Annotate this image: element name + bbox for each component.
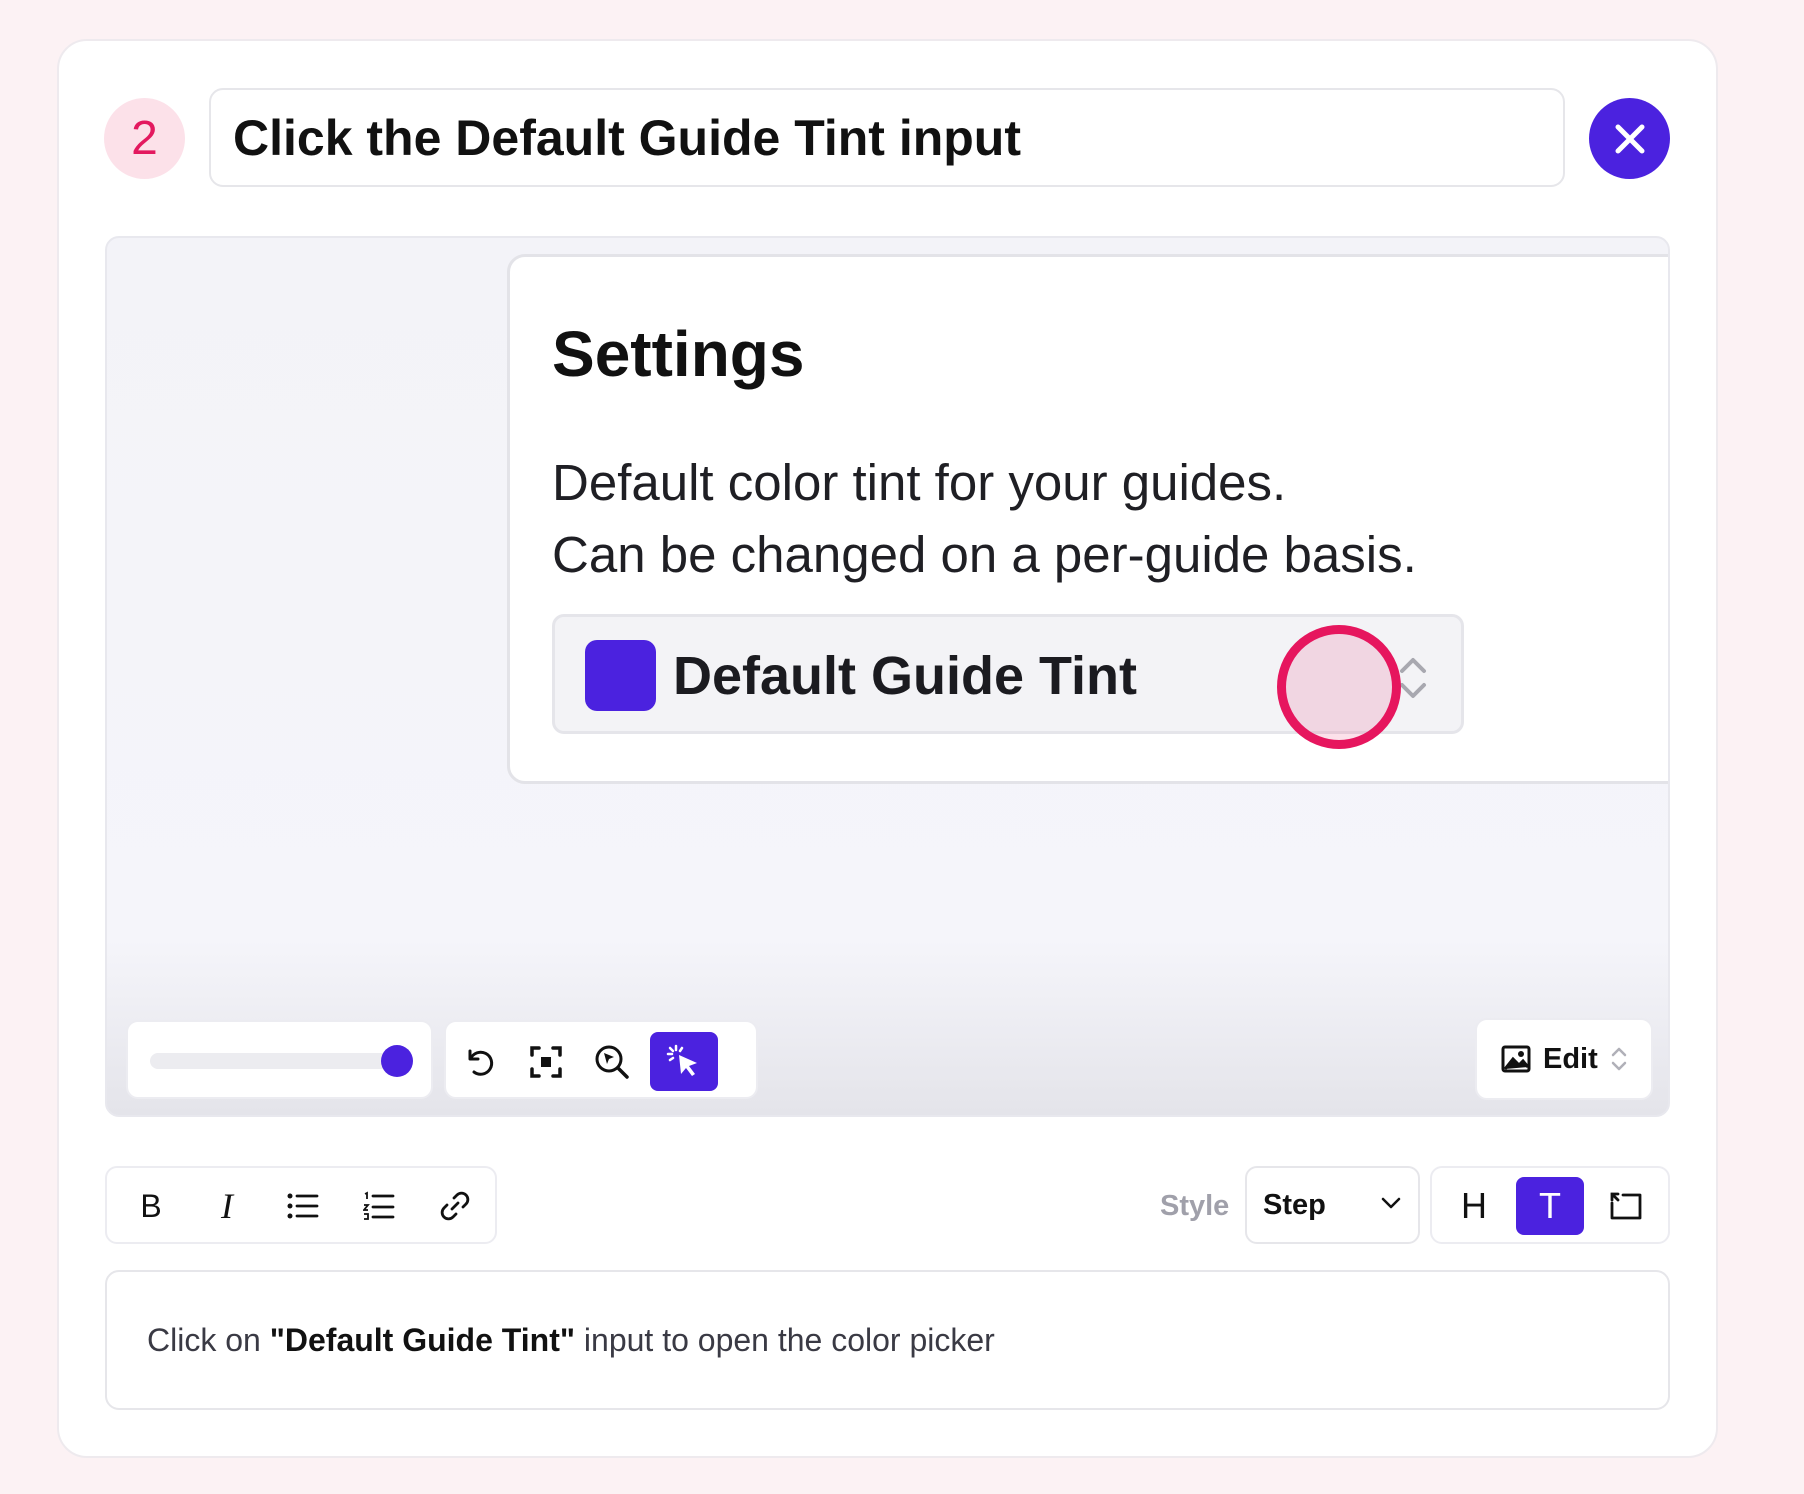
settings-title: Settings: [552, 318, 805, 390]
sort-arrows-icon: [1611, 1047, 1627, 1071]
close-icon: [1615, 124, 1644, 153]
heading-icon: H: [1461, 1185, 1487, 1226]
click-cursor-icon: [666, 1044, 697, 1076]
zoom-slider-thumb[interactable]: [381, 1045, 413, 1077]
zoom-control: [126, 1020, 433, 1099]
description-bold: "Default Guide Tint": [269, 1321, 576, 1358]
description-prefix: Click on: [147, 1321, 270, 1358]
text-button[interactable]: T: [1516, 1177, 1584, 1235]
link-button[interactable]: [425, 1177, 485, 1235]
italic-button[interactable]: I: [197, 1177, 257, 1235]
preview-tools: [444, 1020, 758, 1099]
tint-select-label: Default Guide Tint: [673, 646, 1138, 706]
image-icon: [1501, 1045, 1531, 1073]
settings-description-line1: Default color tint for your guides.: [552, 454, 1287, 511]
description-suffix: input to open the color picker: [575, 1321, 995, 1358]
embed-frame-icon: [1610, 1192, 1642, 1220]
zoom-slider-track[interactable]: [150, 1053, 390, 1069]
numbered-list-icon: [363, 1191, 395, 1220]
bullet-list-button[interactable]: [273, 1177, 333, 1235]
click-marker: [1277, 625, 1401, 749]
edit-label: Edit: [1543, 1042, 1598, 1075]
settings-description-line2: Can be changed on a per-guide basis.: [552, 526, 1417, 583]
bold-button[interactable]: B: [121, 1177, 181, 1235]
focus-icon: [530, 1045, 562, 1078]
close-button[interactable]: [1589, 98, 1670, 179]
italic-icon: I: [221, 1186, 233, 1226]
settings-description: Default color tint for your guides. Can …: [552, 447, 1417, 591]
chevron-down-icon: [1381, 1197, 1401, 1209]
step-description: Click on "Default Guide Tint" input to o…: [147, 1322, 995, 1359]
tint-color-swatch: [585, 640, 656, 711]
style-select[interactable]: Step: [1245, 1166, 1420, 1244]
embed-button[interactable]: [1592, 1177, 1660, 1235]
undo-icon: [468, 1049, 494, 1076]
edit-dropdown[interactable]: Edit: [1475, 1018, 1653, 1100]
heading-button[interactable]: H: [1440, 1177, 1508, 1235]
zoom-cursor-button[interactable]: [578, 1032, 646, 1091]
bullet-list-icon: [287, 1193, 319, 1219]
sort-arrows-icon: [1400, 658, 1426, 698]
step-title-text: Click the Default Guide Tint input: [233, 109, 1021, 166]
step-number: 2: [131, 112, 158, 165]
click-cursor-button[interactable]: [650, 1032, 718, 1091]
step-title-input[interactable]: Click the Default Guide Tint input: [209, 88, 1565, 187]
undo-button[interactable]: [446, 1032, 514, 1091]
focus-button[interactable]: [512, 1032, 580, 1091]
text-icon: T: [1539, 1185, 1561, 1226]
step-description-editor[interactable]: Click on "Default Guide Tint" input to o…: [105, 1270, 1670, 1410]
zoom-cursor-icon: [595, 1045, 629, 1079]
bold-icon: B: [140, 1187, 162, 1224]
screenshot-preview[interactable]: Settings Default color tint for your gui…: [105, 236, 1670, 1117]
step-number-badge: 2: [104, 98, 185, 179]
style-label: Style: [1160, 1190, 1230, 1222]
link-icon: [440, 1191, 470, 1221]
numbered-list-button[interactable]: [349, 1177, 409, 1235]
style-select-value: Step: [1263, 1188, 1326, 1221]
captured-settings-panel: Settings Default color tint for your gui…: [507, 254, 1668, 784]
block-type-toolbar: H T: [1430, 1166, 1670, 1244]
text-format-toolbar: B I: [105, 1166, 497, 1244]
